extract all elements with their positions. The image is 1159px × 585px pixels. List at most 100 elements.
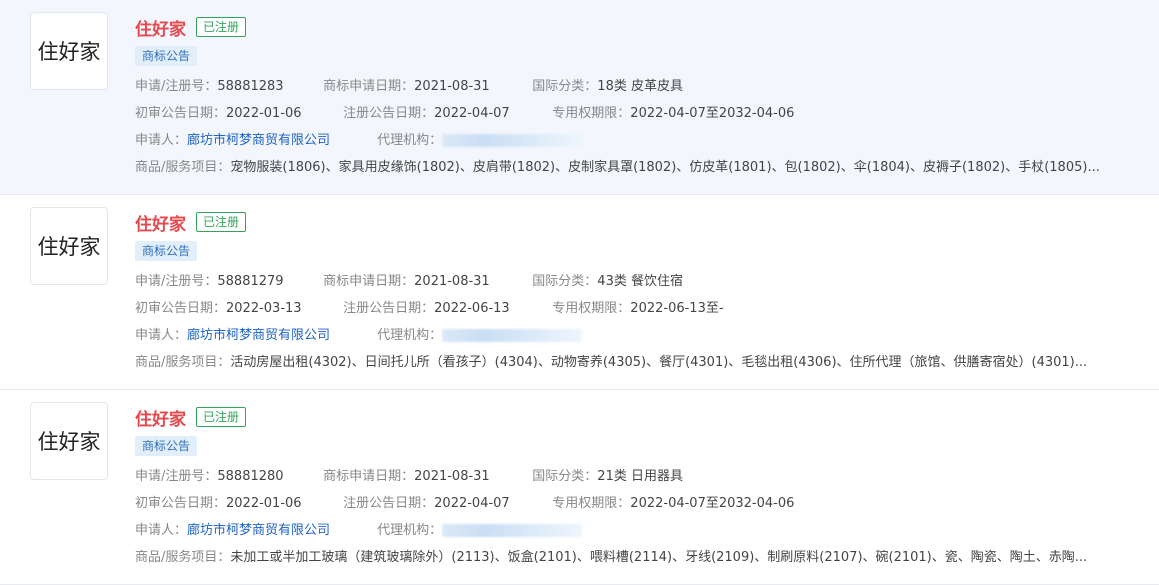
- app-date-value: 2021-08-31: [414, 274, 490, 289]
- status-badge: 已注册: [196, 17, 247, 37]
- app-date-value: 2021-08-31: [414, 79, 490, 94]
- term-value: 2022-04-07至2032-04-06: [630, 496, 795, 511]
- goods-value: 未加工或半加工玻璃（建筑玻璃除外）(2113)、饭盒(2101)、喂料槽(211…: [230, 550, 1088, 565]
- intl-class-field: 国际分类：21类 日用器具: [532, 463, 683, 490]
- status-badge: 已注册: [196, 212, 247, 232]
- reg-no-field: 申请/注册号：58881283: [135, 73, 319, 100]
- reg-no-label: 申请/注册号：: [135, 469, 218, 484]
- applicant-link[interactable]: 廊坊市柯梦商贸有限公司: [187, 328, 330, 343]
- trademark-name-link[interactable]: 住好家: [135, 210, 186, 235]
- reg-no-label: 申请/注册号：: [135, 274, 218, 289]
- intl-class-label: 国际分类：: [532, 469, 598, 484]
- trademark-card[interactable]: 住好家 住好家 已注册 商标公告 申请/注册号：58881279 商标申请日期：…: [0, 195, 1159, 390]
- agent-redacted: [442, 134, 583, 147]
- title-row: 住好家 已注册: [135, 14, 1139, 40]
- goods-value: 宠物服装(1806)、家具用皮缘饰(1802)、皮肩带(1802)、皮制家具罩(…: [230, 160, 1100, 175]
- trademark-logo[interactable]: 住好家: [30, 207, 108, 285]
- intl-class-field: 国际分类：18类 皮革皮具: [532, 73, 683, 100]
- trademark-card[interactable]: 住好家 住好家 已注册 商标公告 申请/注册号：58881280 商标申请日期：…: [0, 390, 1159, 585]
- intl-class-label: 国际分类：: [532, 79, 598, 94]
- goods-value: 活动房屋出租(4302)、日间托儿所（看孩子）(4304)、动物寄养(4305)…: [230, 355, 1088, 370]
- goods-row: 商品/服务项目：活动房屋出租(4302)、日间托儿所（看孩子）(4304)、动物…: [135, 349, 1135, 376]
- info-row-2: 初审公告日期：2022-01-06 注册公告日期：2022-04-07 专用权期…: [135, 490, 1139, 517]
- app-date-field: 商标申请日期：2021-08-31: [323, 73, 528, 100]
- title-row: 住好家 已注册: [135, 404, 1139, 430]
- reg-no-label: 申请/注册号：: [135, 79, 218, 94]
- info-row-3: 申请人：廊坊市柯梦商贸有限公司 代理机构：: [135, 127, 1139, 154]
- term-label: 专用权期限：: [552, 496, 631, 511]
- term-label: 专用权期限：: [552, 106, 631, 121]
- intl-class-value: 18类 皮革皮具: [597, 79, 683, 94]
- app-date-label: 商标申请日期：: [323, 469, 415, 484]
- agent-label: 代理机构：: [377, 328, 443, 343]
- agent-field: 代理机构：: [377, 127, 583, 154]
- prelim-date-field: 初审公告日期：2022-01-06: [135, 100, 339, 127]
- reg-pub-date-value: 2022-04-07: [434, 106, 510, 121]
- reg-no-value: 58881283: [217, 79, 284, 94]
- title-row: 住好家 已注册: [135, 209, 1139, 235]
- term-field: 专用权期限：2022-04-07至2032-04-06: [552, 490, 794, 517]
- info-row-2: 初审公告日期：2022-01-06 注册公告日期：2022-04-07 专用权期…: [135, 100, 1139, 127]
- intl-class-label: 国际分类：: [532, 274, 598, 289]
- prelim-date-field: 初审公告日期：2022-01-06: [135, 490, 339, 517]
- info-row-1: 申请/注册号：58881283 商标申请日期：2021-08-31 国际分类：1…: [135, 73, 1139, 100]
- applicant-link[interactable]: 廊坊市柯梦商贸有限公司: [187, 133, 330, 148]
- prelim-date-value: 2022-01-06: [226, 106, 302, 121]
- goods-label: 商品/服务项目：: [135, 355, 231, 370]
- agent-label: 代理机构：: [377, 133, 443, 148]
- announcement-tag: 商标公告: [135, 241, 198, 261]
- agent-redacted: [442, 524, 583, 537]
- reg-pub-date-field: 注册公告日期：2022-04-07: [343, 490, 548, 517]
- prelim-date-label: 初审公告日期：: [135, 301, 227, 316]
- info-row-2: 初审公告日期：2022-03-13 注册公告日期：2022-06-13 专用权期…: [135, 295, 1139, 322]
- term-field: 专用权期限：2022-04-07至2032-04-06: [552, 100, 794, 127]
- app-date-label: 商标申请日期：: [323, 274, 415, 289]
- agent-field: 代理机构：: [377, 517, 583, 544]
- trademark-card[interactable]: 住好家 住好家 已注册 商标公告 申请/注册号：58881283 商标申请日期：…: [0, 0, 1159, 195]
- reg-no-field: 申请/注册号：58881279: [135, 268, 319, 295]
- tag-row: 商标公告: [135, 46, 1139, 70]
- term-value: 2022-06-13至-: [630, 301, 724, 316]
- card-body: 住好家 已注册 商标公告 申请/注册号：58881280 商标申请日期：2021…: [135, 404, 1139, 571]
- info-row-1: 申请/注册号：58881280 商标申请日期：2021-08-31 国际分类：2…: [135, 463, 1139, 490]
- tag-row: 商标公告: [135, 241, 1139, 265]
- reg-pub-date-label: 注册公告日期：: [343, 496, 435, 511]
- trademark-logo[interactable]: 住好家: [30, 12, 108, 90]
- intl-class-value: 43类 餐饮住宿: [597, 274, 683, 289]
- app-date-field: 商标申请日期：2021-08-31: [323, 268, 528, 295]
- reg-no-field: 申请/注册号：58881280: [135, 463, 319, 490]
- term-label: 专用权期限：: [552, 301, 631, 316]
- goods-row: 商品/服务项目：宠物服装(1806)、家具用皮缘饰(1802)、皮肩带(1802…: [135, 154, 1135, 181]
- app-date-label: 商标申请日期：: [323, 79, 415, 94]
- trademark-logo[interactable]: 住好家: [30, 402, 108, 480]
- applicant-link[interactable]: 廊坊市柯梦商贸有限公司: [187, 523, 330, 538]
- intl-class-field: 国际分类：43类 餐饮住宿: [532, 268, 683, 295]
- goods-row: 商品/服务项目：未加工或半加工玻璃（建筑玻璃除外）(2113)、饭盒(2101)…: [135, 544, 1135, 571]
- agent-label: 代理机构：: [377, 523, 443, 538]
- applicant-field: 申请人：廊坊市柯梦商贸有限公司: [135, 127, 373, 154]
- intl-class-value: 21类 日用器具: [597, 469, 683, 484]
- reg-pub-date-field: 注册公告日期：2022-06-13: [343, 295, 548, 322]
- applicant-label: 申请人：: [135, 328, 188, 343]
- prelim-date-label: 初审公告日期：: [135, 106, 227, 121]
- reg-no-value: 58881280: [217, 469, 284, 484]
- prelim-date-label: 初审公告日期：: [135, 496, 227, 511]
- reg-pub-date-value: 2022-04-07: [434, 496, 510, 511]
- tag-row: 商标公告: [135, 436, 1139, 460]
- card-body: 住好家 已注册 商标公告 申请/注册号：58881283 商标申请日期：2021…: [135, 14, 1139, 181]
- app-date-value: 2021-08-31: [414, 469, 490, 484]
- trademark-name-link[interactable]: 住好家: [135, 405, 186, 430]
- reg-pub-date-field: 注册公告日期：2022-04-07: [343, 100, 548, 127]
- reg-pub-date-label: 注册公告日期：: [343, 301, 435, 316]
- app-date-field: 商标申请日期：2021-08-31: [323, 463, 528, 490]
- trademark-result-list: 住好家 住好家 已注册 商标公告 申请/注册号：58881283 商标申请日期：…: [0, 0, 1159, 585]
- info-row-3: 申请人：廊坊市柯梦商贸有限公司 代理机构：: [135, 322, 1139, 349]
- card-body: 住好家 已注册 商标公告 申请/注册号：58881279 商标申请日期：2021…: [135, 209, 1139, 376]
- applicant-label: 申请人：: [135, 133, 188, 148]
- status-badge: 已注册: [196, 407, 247, 427]
- applicant-label: 申请人：: [135, 523, 188, 538]
- goods-label: 商品/服务项目：: [135, 160, 231, 175]
- applicant-field: 申请人：廊坊市柯梦商贸有限公司: [135, 322, 373, 349]
- trademark-name-link[interactable]: 住好家: [135, 15, 186, 40]
- reg-pub-date-value: 2022-06-13: [434, 301, 510, 316]
